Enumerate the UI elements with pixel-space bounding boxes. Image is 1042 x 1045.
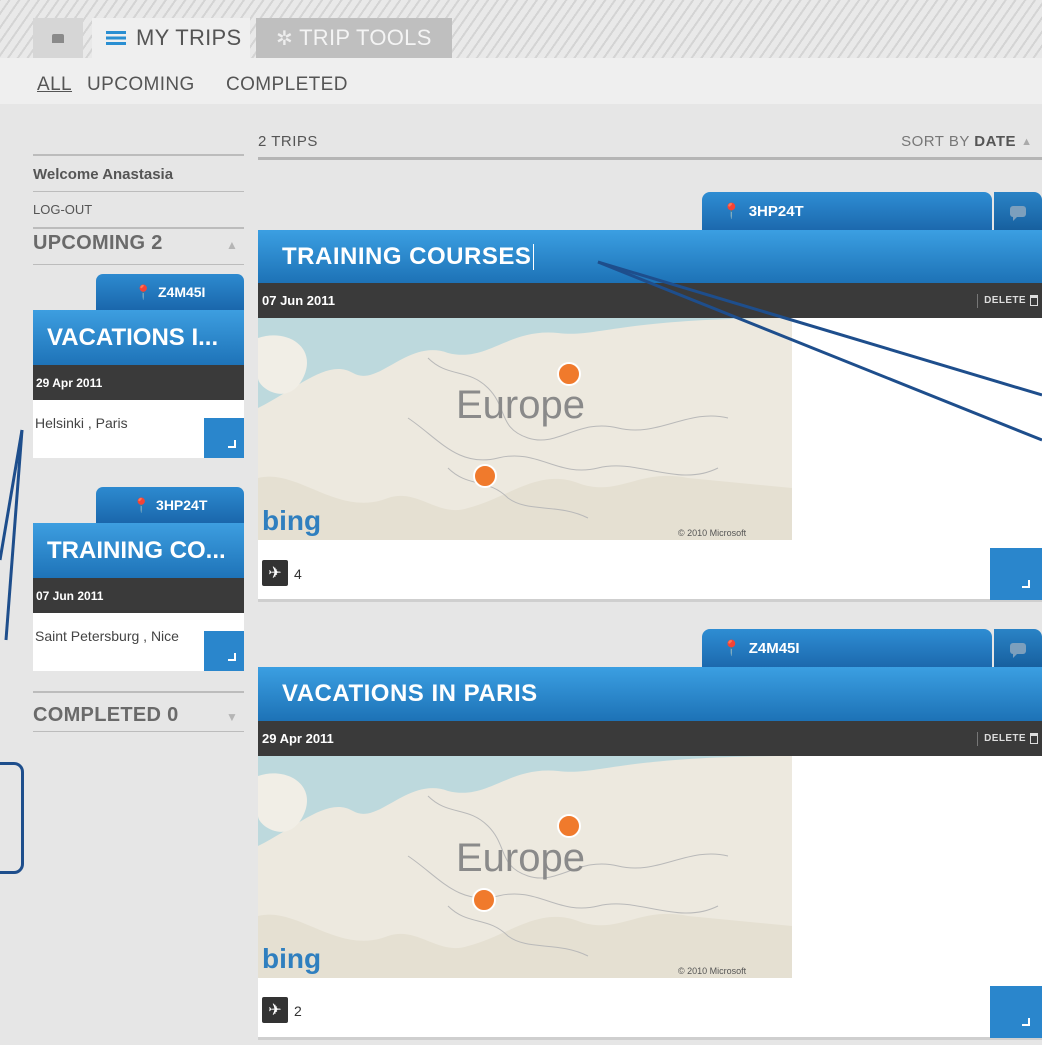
map-marker[interactable] [557, 362, 581, 386]
trip-code: Z4M45I [748, 639, 800, 657]
divider [33, 191, 244, 192]
sort-prefix: SORT BY [901, 133, 975, 150]
map-graphic: Europe bing © 2010 Microsoft [258, 318, 792, 540]
comment-button[interactable] [994, 192, 1042, 230]
flight-icon: ✈ [262, 560, 288, 586]
tab-my-trips[interactable]: MY TRIPS [92, 18, 250, 58]
comment-icon [1010, 642, 1026, 658]
map-pin-icon: 📍 [132, 496, 151, 513]
trip-title-text: VACATIONS IN PARIS [282, 680, 538, 707]
divider [33, 731, 244, 732]
expand-icon [1022, 1018, 1030, 1026]
upcoming-header[interactable]: UPCOMING 2 [33, 232, 163, 255]
expand-arrow-icon[interactable]: ▼ [226, 710, 238, 724]
trip-code: Z4M45I [157, 284, 206, 300]
divider [33, 691, 244, 693]
welcome-text: Welcome Anastasia [33, 166, 174, 183]
sort-arrow-icon[interactable]: ▲ [1021, 136, 1032, 148]
delete-label: DELETE [984, 733, 1026, 744]
route-map[interactable]: Europe bing © 2010 Microsoft [258, 318, 792, 540]
expand-corner[interactable] [204, 631, 244, 671]
flight-count: 4 [294, 566, 302, 582]
map-region-label: Europe [456, 836, 585, 880]
route-map[interactable]: Europe bing © 2010 Microsoft [258, 756, 792, 978]
tab-trip-tools[interactable]: ✲ TRIP TOOLS [256, 18, 452, 58]
delete-label: DELETE [984, 295, 1026, 306]
annotation-callout-box [0, 762, 24, 874]
filter-completed[interactable]: COMPLETED [226, 74, 348, 96]
map-pin-icon: 📍 [722, 640, 741, 657]
map-marker[interactable] [557, 814, 581, 838]
map-brand-logo: bing [262, 943, 321, 974]
delete-button[interactable]: DELETE [977, 294, 1038, 308]
tab-my-trips-label: MY TRIPS [136, 25, 242, 50]
map-brand-logo: bing [262, 505, 321, 536]
map-copyright: © 2010 Microsoft [678, 966, 747, 976]
flight-icon: ✈ [262, 997, 288, 1023]
map-marker[interactable] [472, 888, 496, 912]
expand-icon [1022, 580, 1030, 588]
expand-corner[interactable] [990, 986, 1042, 1038]
map-region-label: Europe [456, 383, 585, 427]
sort-control[interactable]: SORT BY DATE [901, 133, 1016, 150]
sidebar-trip-title[interactable]: VACATIONS I... [33, 310, 244, 365]
trip-code: 3HP24T [748, 202, 804, 220]
collapse-arrow-icon[interactable]: ▲ [226, 238, 238, 252]
completed-header[interactable]: COMPLETED 0 [33, 704, 179, 727]
map-copyright: © 2010 Microsoft [678, 528, 747, 538]
home-icon [52, 33, 64, 43]
filter-upcoming[interactable]: UPCOMING [87, 74, 195, 96]
expand-icon [228, 653, 236, 661]
trip-date: 29 Apr 2011 [262, 731, 334, 746]
trash-icon [1030, 295, 1038, 306]
list-icon [106, 31, 126, 45]
trip-date: 07 Jun 2011 [262, 293, 335, 308]
sidebar-trip-date: 07 Jun 2011 [33, 578, 244, 613]
filter-all[interactable]: ALL [37, 74, 72, 96]
expand-corner[interactable] [204, 418, 244, 458]
trip-title[interactable]: VACATIONS IN PARIS [258, 667, 1042, 721]
trip-summary [258, 540, 1042, 602]
trip-code-tab[interactable]: 📍 Z4M45I [702, 629, 992, 667]
divider [33, 154, 244, 156]
delete-button[interactable]: DELETE [977, 732, 1038, 746]
tab-trip-tools-label: TRIP TOOLS [299, 25, 432, 50]
divider [33, 264, 244, 265]
trip-date-bar: 07 Jun 2011 DELETE [258, 283, 1042, 318]
trips-count: 2 TRIPS [258, 133, 318, 150]
trip-code-tab[interactable]: 📍 3HP24T [96, 487, 244, 523]
trip-title[interactable]: TRAINING COURSES [258, 230, 1042, 283]
comment-icon [1010, 205, 1026, 221]
flight-count: 2 [294, 1003, 302, 1019]
gear-icon: ✲ [276, 27, 294, 50]
sort-field: DATE [974, 133, 1016, 150]
divider [258, 157, 1042, 160]
sidebar-trip-title[interactable]: TRAINING CO... [33, 523, 244, 578]
trip-title-text: TRAINING COURSES [282, 242, 532, 270]
map-pin-icon: 📍 [134, 283, 152, 300]
logout-link[interactable]: LOG-OUT [33, 202, 92, 217]
expand-icon [228, 440, 236, 448]
map-graphic: Europe bing © 2010 Microsoft [258, 756, 792, 978]
trip-code-tab[interactable]: 📍 3HP24T [702, 192, 992, 230]
map-pin-icon: 📍 [722, 203, 741, 220]
trip-code-tab[interactable]: 📍 Z4M45I [96, 274, 244, 310]
trip-summary [258, 978, 1042, 1040]
sidebar-trip-date: 29 Apr 2011 [33, 365, 244, 400]
trip-code: 3HP24T [156, 497, 208, 513]
divider [33, 227, 244, 229]
text-cursor [533, 243, 535, 270]
tab-home[interactable] [33, 18, 83, 58]
comment-button[interactable] [994, 629, 1042, 667]
expand-corner[interactable] [990, 548, 1042, 600]
trash-icon [1030, 733, 1038, 744]
trip-date-bar: 29 Apr 2011 DELETE [258, 721, 1042, 756]
map-marker[interactable] [473, 464, 497, 488]
